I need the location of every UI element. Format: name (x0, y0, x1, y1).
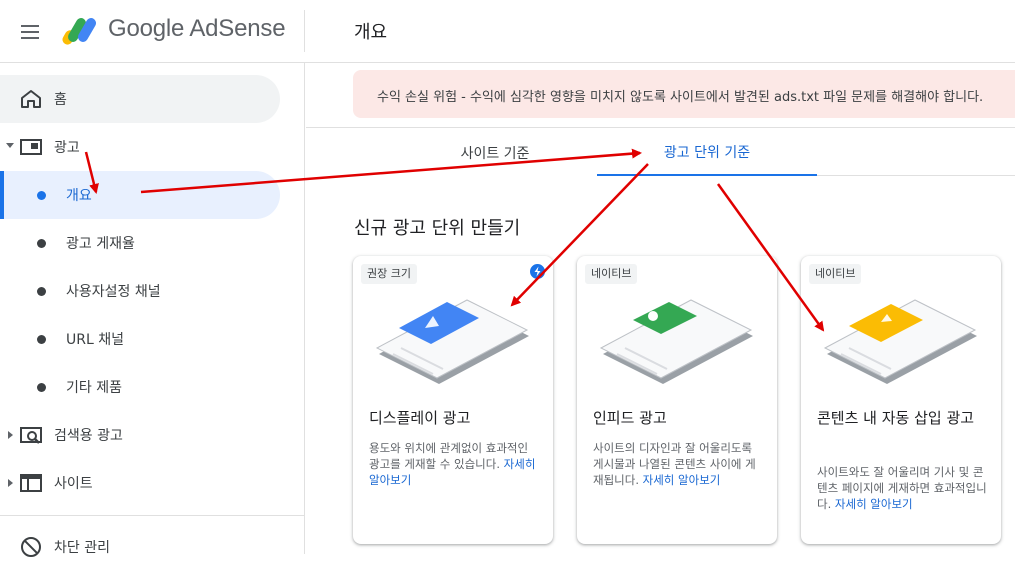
brand-name[interactable]: Google AdSense (108, 15, 286, 43)
card-description: 사이트의 디자인과 잘 어울리도록 게시물과 나열된 콘텐츠 사이에 게재됩니다… (593, 440, 765, 488)
topbar-divider (304, 10, 305, 52)
sidebar-item-url-channels[interactable]: URL 채널 (0, 315, 280, 363)
ads-icon (20, 139, 42, 155)
sidebar-item-label: 광고 (54, 140, 80, 156)
sidebar-item-search-ads[interactable]: 검색용 광고 (0, 411, 280, 459)
sidebar-nav: 홈 광고 개요 광고 게재율 사용자설정 채널 URL 채널 기타 제품 검색용… (0, 63, 305, 557)
card-title: 콘텐츠 내 자동 삽입 광고 (817, 409, 975, 427)
sidebar-item-label: 검색용 광고 (54, 428, 123, 444)
sidebar-item-label: 기타 제품 (66, 380, 122, 396)
sidebar-item-label: 광고 게재율 (66, 236, 135, 252)
bullet-dot-icon (37, 287, 46, 296)
bullet-dot-icon (37, 335, 46, 344)
tab-by-site[interactable]: 사이트 기준 (395, 130, 595, 176)
sidebar-divider (0, 515, 305, 516)
in-feed-ad-illustration (599, 299, 753, 384)
card-description: 사이트와도 잘 어울리며 기사 및 콘텐츠 페이지에 게재하면 효과적입니다. … (817, 464, 989, 512)
in-article-ads-card[interactable]: 네이티브 콘텐츠 내 자동 삽입 광고 사이트와도 잘 어울리며 기사 및 콘텐… (801, 256, 1001, 544)
chevron-down-icon[interactable] (6, 143, 14, 148)
card-title: 인피드 광고 (593, 409, 667, 427)
content-divider (306, 127, 1015, 128)
sidebar-item-label: 홈 (54, 92, 67, 108)
bullet-dot-icon (37, 191, 46, 200)
display-ads-card[interactable]: 권장 크기 디스플레이 광고 용도와 위치에 관계없이 효과적인 광고를 게재할… (353, 256, 553, 544)
sidebar-item-label: URL 채널 (66, 332, 124, 348)
learn-more-link[interactable]: 자세히 알아보기 (835, 497, 913, 511)
adsense-logo-icon[interactable] (62, 14, 96, 46)
page-title: 개요 (354, 22, 388, 43)
tabs-underline (817, 175, 1015, 176)
sidebar-item-label: 차단 관리 (54, 540, 110, 556)
sidebar-item-label: 사이트 (54, 476, 93, 492)
bullet-dot-icon (37, 383, 46, 392)
sidebar-item-ads[interactable]: 광고 (0, 123, 280, 171)
sites-icon (20, 474, 42, 492)
bolt-icon (530, 264, 545, 279)
sidebar-item-ad-coverage[interactable]: 광고 게재율 (0, 219, 280, 267)
bullet-dot-icon (37, 239, 46, 248)
home-icon (21, 90, 41, 108)
sidebar-item-home[interactable]: 홈 (0, 75, 280, 123)
top-app-bar: Google AdSense 개요 (0, 0, 1015, 63)
sidebar-item-blocking-controls[interactable]: 차단 관리 (0, 523, 280, 571)
sidebar-item-label: 사용자설정 채널 (66, 284, 161, 300)
card-description: 용도와 위치에 관계없이 효과적인 광고를 게재할 수 있습니다. 자세히 알아… (369, 440, 541, 488)
hamburger-menu-icon[interactable] (19, 20, 43, 44)
sidebar-item-ads-overview[interactable]: 개요 (0, 171, 280, 219)
chevron-right-icon[interactable] (8, 431, 13, 439)
display-ad-illustration (375, 299, 529, 384)
card-badge: 권장 크기 (361, 264, 417, 284)
sidebar-item-custom-channels[interactable]: 사용자설정 채널 (0, 267, 280, 315)
in-feed-ads-card[interactable]: 네이티브 인피드 광고 사이트의 디자인과 잘 어울리도록 게시물과 나열된 콘… (577, 256, 777, 544)
alert-text: 수익 손실 위험 - 수익에 심각한 영향을 미치지 않도록 사이트에서 발견된… (377, 90, 984, 105)
sidebar-item-sites[interactable]: 사이트 (0, 459, 280, 507)
card-title: 디스플레이 광고 (369, 409, 471, 427)
sidebar-item-other-products[interactable]: 기타 제품 (0, 363, 280, 411)
card-badge: 네이티브 (585, 264, 638, 284)
search-ads-icon (20, 427, 42, 444)
ads-txt-warning-banner[interactable]: 수익 손실 위험 - 수익에 심각한 영향을 미치지 않도록 사이트에서 발견된… (353, 70, 1015, 118)
learn-more-link[interactable]: 자세히 알아보기 (643, 473, 721, 487)
in-article-ad-illustration (823, 299, 977, 384)
block-icon (21, 537, 41, 557)
section-title: 신규 광고 단위 만들기 (354, 218, 521, 239)
tab-by-ad-unit[interactable]: 광고 단위 기준 (597, 130, 817, 176)
card-badge: 네이티브 (809, 264, 862, 284)
chevron-right-icon[interactable] (8, 479, 13, 487)
sidebar-item-label: 개요 (66, 188, 92, 204)
